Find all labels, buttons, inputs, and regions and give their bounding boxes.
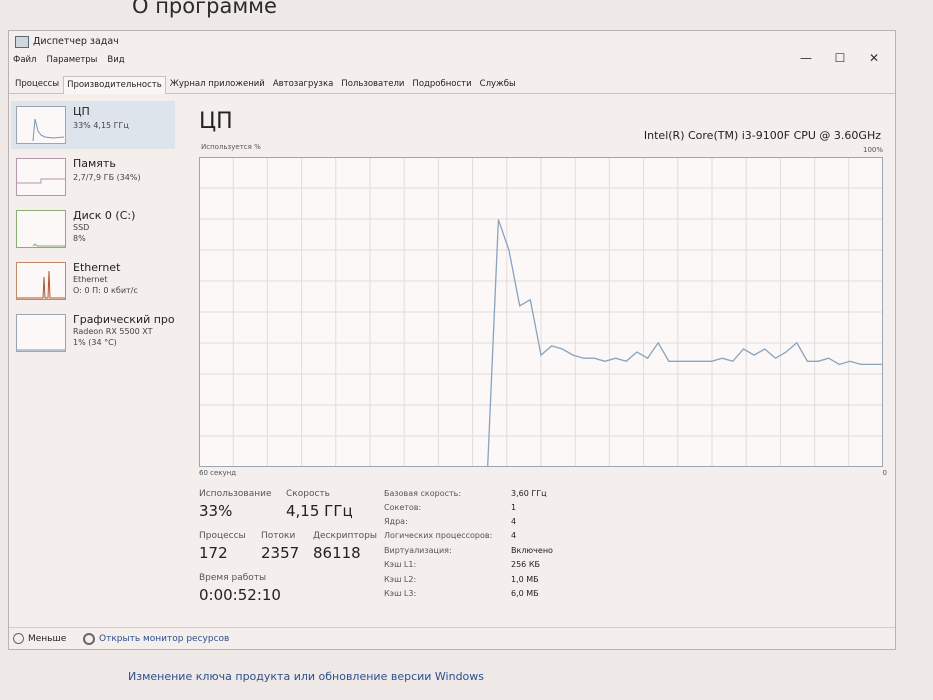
resource-monitor-label: Открыть монитор ресурсов [99, 634, 230, 644]
page-title: ЦП [199, 109, 233, 134]
spec-value: 4 [511, 531, 517, 540]
spec-value: 256 КБ [511, 560, 540, 569]
close-button[interactable]: ✕ [857, 49, 891, 67]
sidebar-item-detail: SSD [73, 223, 90, 232]
sidebar-item-detail: 33% 4,15 ГГц [73, 121, 129, 130]
menu-view[interactable]: Вид [107, 55, 124, 65]
title-bar[interactable]: Диспетчер задач [9, 31, 895, 53]
sidebar-item-label: ЦП [73, 105, 90, 118]
processes-value: 172 [199, 544, 228, 562]
spec-label: Кэш L1: [384, 560, 417, 569]
processes-label: Процессы [199, 531, 246, 541]
spec-label: Виртуализация: [384, 546, 452, 555]
task-manager-window: Диспетчер задач — ☐ ✕ Файл Параметры Вид… [8, 30, 896, 650]
fewer-details-label: Меньше [28, 633, 67, 644]
sidebar-item-detail: 2,7/7,9 ГБ (34%) [73, 173, 141, 182]
spec-value: 1 [511, 503, 517, 512]
sidebar-item-detail: 1% (34 °C) [73, 338, 117, 347]
sidebar-item-label: Ethernet [73, 261, 121, 274]
uptime-value: 0:00:52:10 [199, 586, 281, 604]
uptime-label: Время работы [199, 573, 267, 583]
sidebar-item-label: Память [73, 157, 116, 170]
spec-label: Сокетов: [384, 503, 422, 512]
sidebar-item-detail: Ethernet [73, 275, 108, 284]
tab-performance[interactable]: Производительность [63, 76, 166, 94]
speed-value: 4,15 ГГц [286, 502, 353, 520]
performance-sidebar: ЦП 33% 4,15 ГГц Память 2,7/7,9 ГБ (34%) … [9, 99, 175, 619]
usage-label: Использование [199, 489, 272, 499]
menu-bar: Файл Параметры Вид [13, 55, 125, 65]
sidebar-item-gpu[interactable]: Графический про Radeon RX 5500 XT 1% (34… [11, 309, 175, 357]
gpu-thumbnail [16, 314, 66, 352]
sidebar-item-detail: О: 0 П: 0 кбит/с [73, 286, 138, 295]
tab-users[interactable]: Пользователи [337, 75, 408, 93]
spec-label: Кэш L2: [384, 575, 417, 584]
memory-thumbnail [16, 158, 66, 196]
chevron-up-icon [13, 633, 24, 644]
change-product-key-link[interactable]: Изменение ключа продукта или обновление … [128, 670, 484, 683]
sidebar-item-disk[interactable]: Диск 0 (C:) SSD 8% [11, 205, 175, 253]
tab-details[interactable]: Подробности [408, 75, 475, 93]
sidebar-item-cpu[interactable]: ЦП 33% 4,15 ГГц [11, 101, 175, 149]
tab-processes[interactable]: Процессы [11, 75, 63, 93]
cpu-thumbnail [16, 106, 66, 144]
spec-value: 6,0 МБ [511, 589, 539, 598]
handles-value: 86118 [313, 544, 361, 562]
disk-thumbnail [16, 210, 66, 248]
menu-options[interactable]: Параметры [46, 55, 97, 65]
fewer-details-button[interactable]: Меньше [13, 633, 66, 644]
cpu-panel: ЦП Intel(R) Core(TM) i3-9100F CPU @ 3.60… [187, 99, 887, 619]
graph-y-min: 0 [882, 469, 887, 477]
cpu-model: Intel(R) Core(TM) i3-9100F CPU @ 3.60GHz [643, 129, 881, 142]
window-controls: — ☐ ✕ [789, 49, 891, 67]
footer-bar: Меньше Открыть монитор ресурсов [9, 627, 895, 650]
usage-value: 33% [199, 502, 233, 520]
tab-services[interactable]: Службы [476, 75, 520, 93]
handles-label: Дескрипторы [313, 531, 377, 541]
menu-file[interactable]: Файл [13, 55, 36, 65]
sidebar-item-detail: 8% [73, 234, 86, 243]
speed-label: Скорость [286, 489, 330, 499]
graph-y-max: 100% [862, 146, 883, 154]
sidebar-item-ethernet[interactable]: Ethernet Ethernet О: 0 П: 0 кбит/с [11, 257, 175, 305]
sidebar-item-memory[interactable]: Память 2,7/7,9 ГБ (34%) [11, 153, 175, 201]
threads-value: 2357 [261, 544, 300, 562]
spec-label: Логических процессоров: [384, 531, 493, 540]
sidebar-item-label: Диск 0 (C:) [73, 209, 136, 222]
task-manager-icon [15, 36, 29, 48]
sidebar-item-label: Графический про [73, 313, 175, 326]
tab-app-history[interactable]: Журнал приложений [166, 75, 269, 93]
open-resource-monitor-link[interactable]: Открыть монитор ресурсов [83, 633, 229, 645]
graph-x-label: 60 секунд [199, 469, 237, 477]
graph-y-label: Используется % [201, 143, 261, 151]
spec-value: Включено [511, 546, 553, 555]
minimize-button[interactable]: — [789, 49, 823, 67]
background-heading: О программе [132, 0, 277, 18]
tab-startup[interactable]: Автозагрузка [269, 75, 337, 93]
maximize-button[interactable]: ☐ [823, 49, 857, 67]
sidebar-item-detail: Radeon RX 5500 XT [73, 327, 153, 336]
threads-label: Потоки [261, 531, 296, 541]
resource-monitor-icon [83, 633, 95, 645]
spec-value: 1,0 МБ [511, 575, 539, 584]
spec-label: Кэш L3: [384, 589, 417, 598]
tab-bar: Процессы Производительность Журнал прило… [9, 75, 895, 94]
spec-value: 4 [511, 517, 517, 526]
spec-label: Базовая скорость: [384, 489, 462, 498]
spec-value: 3,60 ГГц [511, 489, 547, 498]
ethernet-thumbnail [16, 262, 66, 300]
cpu-usage-graph [199, 157, 883, 467]
spec-label: Ядра: [384, 517, 408, 526]
window-title: Диспетчер задач [33, 36, 119, 47]
